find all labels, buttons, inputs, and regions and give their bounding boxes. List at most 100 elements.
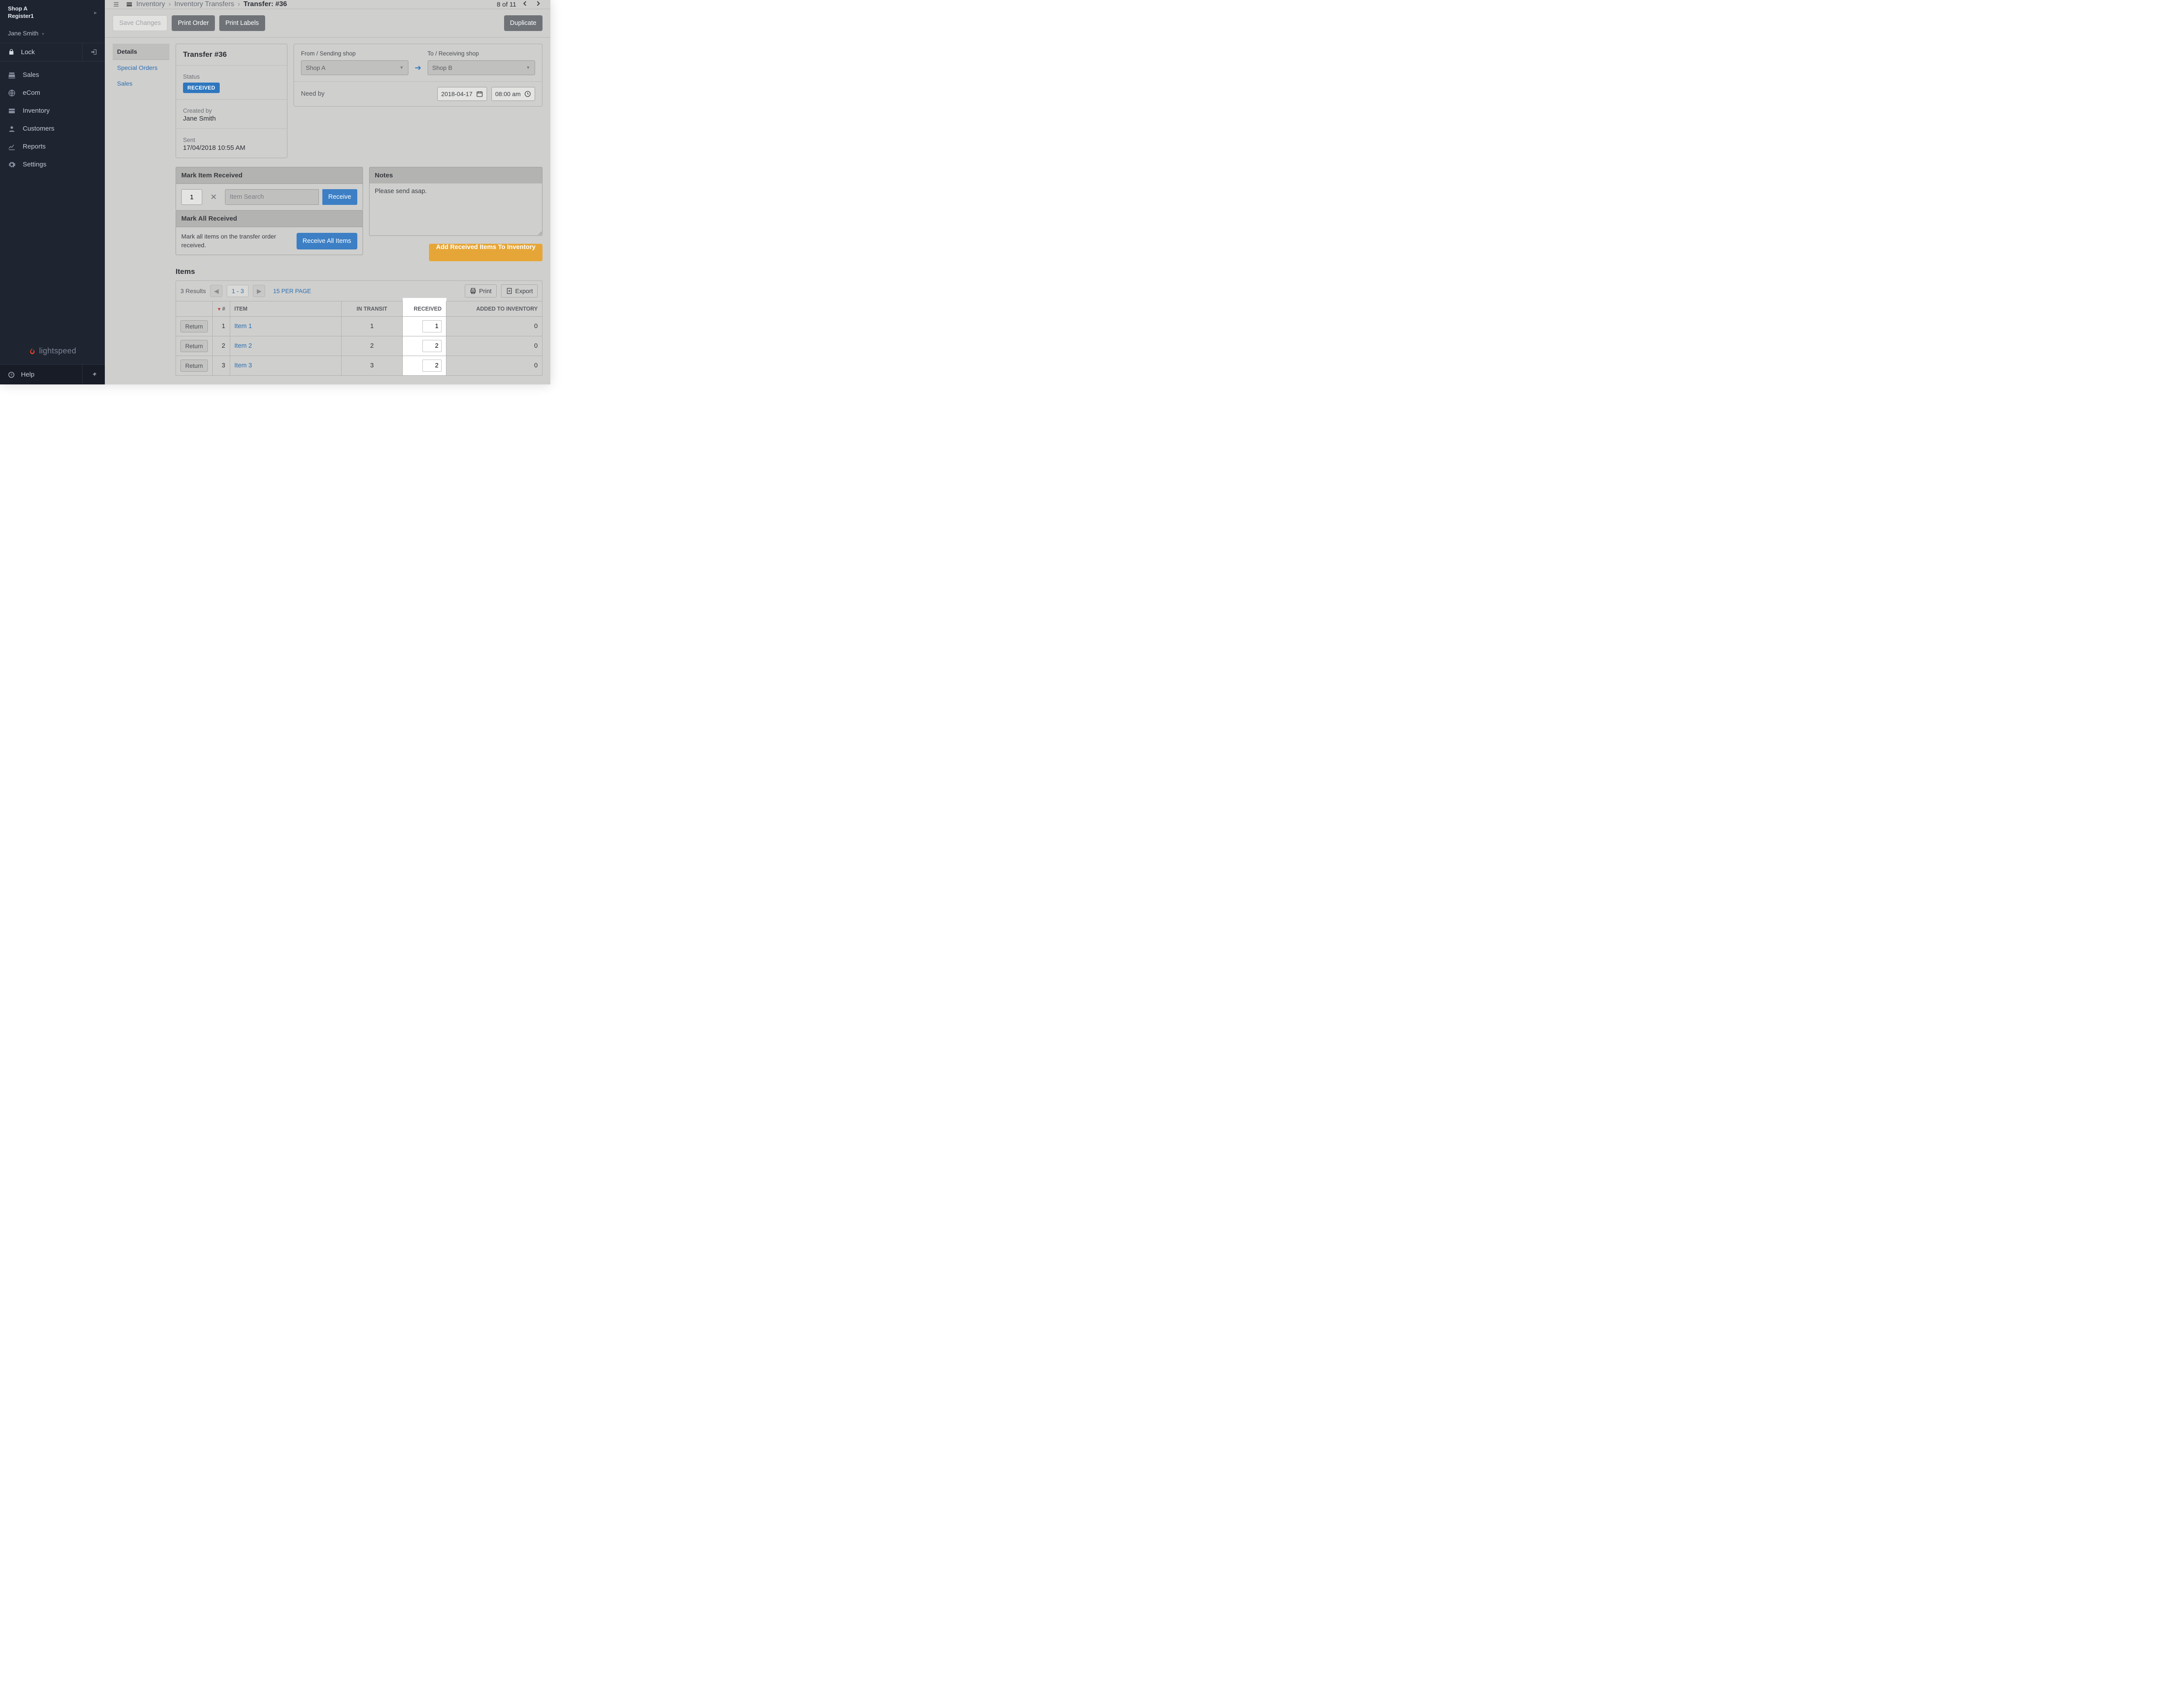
transfer-title: Transfer #36 (183, 50, 280, 59)
items-pager-bar: 3 Results ◀ 1 - 3 ▶ 15 PER PAGE Print Ex… (176, 280, 543, 301)
pager-range[interactable]: 1 - 3 (227, 285, 249, 297)
needby-time-field[interactable]: 08:00 am (491, 87, 535, 101)
col-received[interactable]: RECEIVED (403, 301, 446, 317)
caret-down-icon: ▼ (526, 66, 530, 70)
receive-button[interactable]: Receive (322, 189, 357, 205)
times-icon: ✕ (206, 189, 221, 205)
to-select[interactable]: Shop B ▼ (428, 60, 535, 75)
nav-label: Sales (23, 71, 39, 79)
in-transit: 2 (342, 336, 403, 356)
col-added[interactable]: ADDED TO INVENTORY (446, 301, 543, 317)
needby-label: Need by (301, 90, 325, 97)
add-received-button[interactable]: Add Received Items To Inventory (429, 244, 543, 261)
lock-button[interactable]: Lock (0, 43, 82, 61)
print-icon (470, 287, 477, 294)
sent-value: 17/04/2018 10:55 AM (183, 144, 280, 152)
status-label: Status (183, 73, 280, 80)
duplicate-button[interactable]: Duplicate (504, 15, 543, 31)
nav-reports[interactable]: Reports (0, 138, 105, 156)
help-icon: ? (8, 371, 15, 378)
row-num: 2 (212, 336, 230, 356)
brand-logo: lightspeed (0, 339, 105, 364)
signout-button[interactable] (82, 43, 105, 61)
nav-inventory[interactable]: Inventory (0, 102, 105, 120)
mark-all-body: Mark all items on the transfer order rec… (176, 227, 363, 255)
notes-head: Notes (369, 167, 543, 183)
needby-date-field[interactable]: 2018-04-17 (437, 87, 487, 101)
pager-next-items[interactable]: ▶ (253, 285, 265, 297)
nav-settings[interactable]: Settings (0, 156, 105, 173)
pager-prev[interactable] (521, 0, 529, 9)
col-action (176, 301, 213, 317)
items-table: ▾# ITEM IN TRANSIT RECEIVED ADDED TO INV… (176, 301, 543, 376)
return-button[interactable]: Return (180, 320, 208, 332)
print-labels-button[interactable]: Print Labels (219, 15, 265, 31)
globe-icon (8, 89, 16, 96)
user-menu[interactable]: Jane Smith ▾ (0, 25, 105, 43)
register-icon (8, 71, 16, 78)
notes-textarea[interactable] (369, 183, 543, 236)
received-input[interactable] (422, 320, 442, 332)
sidebar: Shop A Register1 ▸ Jane Smith ▾ Lock (0, 0, 105, 384)
col-transit[interactable]: IN TRANSIT (342, 301, 403, 317)
export-icon (506, 287, 513, 294)
menu-icon[interactable] (113, 1, 120, 8)
receive-all-button[interactable]: Receive All Items (297, 233, 357, 249)
from-select[interactable]: Shop A ▼ (301, 60, 408, 75)
item-link[interactable]: Item 1 (230, 317, 341, 336)
nav-customers[interactable]: Customers (0, 120, 105, 138)
fromto-card: From / Sending shop Shop A ▼ ➔ To / Rece… (294, 44, 543, 107)
help-button[interactable]: ? Help (0, 365, 82, 384)
return-button[interactable]: Return (180, 360, 208, 372)
chevron-right-icon: › (238, 0, 240, 8)
help-label: Help (21, 371, 35, 378)
mark-all-text: Mark all items on the transfer order rec… (181, 232, 290, 249)
received-input[interactable] (422, 360, 442, 372)
bc-transfers[interactable]: Inventory Transfers (174, 0, 234, 8)
item-link[interactable]: Item 2 (230, 336, 341, 356)
nav-ecom[interactable]: eCom (0, 84, 105, 102)
action-bar: Save Changes Print Order Print Labels Du… (105, 9, 550, 38)
item-search-input[interactable]: Item Search (225, 189, 319, 205)
per-page[interactable]: 15 PER PAGE (273, 288, 311, 294)
calendar-icon (476, 90, 483, 97)
nav-label: Inventory (23, 107, 50, 114)
subnav-sales[interactable]: Sales (113, 76, 169, 91)
from-label: From / Sending shop (301, 50, 408, 57)
flame-icon (28, 347, 36, 355)
export-label: Export (515, 287, 533, 294)
items-heading: Items (176, 267, 543, 276)
item-link[interactable]: Item 3 (230, 356, 341, 376)
print-order-button[interactable]: Print Order (172, 15, 215, 31)
export-items-button[interactable]: Export (501, 284, 538, 297)
bc-inventory[interactable]: Inventory (136, 0, 165, 8)
shop-selector[interactable]: Shop A Register1 ▸ (0, 0, 105, 25)
row-num: 3 (212, 356, 230, 376)
sub-nav: Details Special Orders Sales (113, 44, 169, 91)
nav-label: Settings (23, 161, 46, 168)
print-items-button[interactable]: Print (465, 284, 497, 297)
user-icon (8, 125, 16, 132)
subnav-special-orders[interactable]: Special Orders (113, 60, 169, 76)
qty-input[interactable] (181, 189, 202, 205)
received-input[interactable] (422, 340, 442, 352)
col-item[interactable]: ITEM (230, 301, 341, 317)
mark-all-head: Mark All Received (176, 211, 363, 227)
drawer-icon (8, 107, 16, 114)
col-num[interactable]: ▾# (212, 301, 230, 317)
table-row: Return2Item 220 (176, 336, 543, 356)
received-cell (403, 336, 446, 356)
status-badge: RECEIVED (183, 83, 220, 93)
pager-next[interactable] (534, 0, 543, 9)
pager-prev-items[interactable]: ◀ (210, 285, 222, 297)
needby-time: 08:00 am (495, 90, 521, 97)
nav-label: Reports (23, 143, 46, 150)
return-button[interactable]: Return (180, 340, 208, 352)
subnav-details[interactable]: Details (113, 44, 169, 60)
top-bar: Inventory › Inventory Transfers › Transf… (105, 0, 550, 9)
brand-text: lightspeed (39, 346, 76, 356)
main-content: Inventory › Inventory Transfers › Transf… (105, 0, 550, 384)
received-cell (403, 317, 446, 336)
nav-sales[interactable]: Sales (0, 66, 105, 84)
pin-button[interactable] (82, 365, 105, 384)
